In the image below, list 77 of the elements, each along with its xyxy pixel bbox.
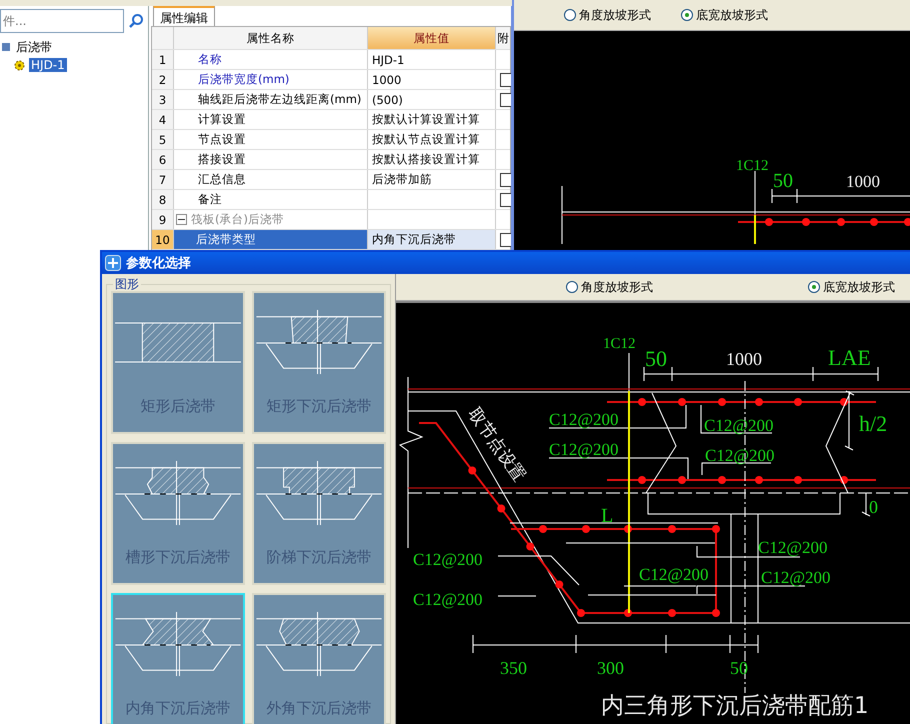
search-field[interactable]: 件...: [0, 9, 124, 33]
radio-option[interactable]: 底宽放坡形式: [808, 278, 895, 296]
row-number: 4: [152, 110, 174, 129]
radio-button[interactable]: [808, 281, 820, 293]
folder-icon: [2, 43, 10, 51]
property-value[interactable]: (500): [368, 90, 496, 109]
gear-icon: [14, 60, 25, 70]
property-name[interactable]: 汇总信息: [174, 170, 368, 189]
property-name[interactable]: 名称: [174, 50, 368, 69]
rebar-label: C12@200: [639, 565, 708, 584]
radio-button[interactable]: [681, 9, 693, 21]
note-label: 取节点设置: [464, 404, 530, 485]
dialog-title: 参数化选择: [126, 255, 191, 272]
group-label: 图形: [113, 277, 141, 291]
radio-option[interactable]: 角度放坡形式: [564, 6, 651, 24]
dimension-label: h/2: [859, 411, 888, 436]
property-name[interactable]: 计算设置: [174, 110, 368, 129]
radio-option[interactable]: 角度放坡形式: [566, 278, 653, 296]
cell-box[interactable]: [500, 232, 511, 246]
dimension-label: LAE: [828, 345, 871, 370]
dimension-label: 0: [869, 497, 878, 517]
property-name[interactable]: 备注: [174, 190, 368, 209]
search-icon[interactable]: [128, 13, 144, 29]
row-number: 1: [152, 50, 174, 69]
property-value[interactable]: 按默认搭接设置计算: [368, 150, 496, 169]
row-number: 10: [152, 230, 174, 249]
property-value[interactable]: 内角下沉后浇带: [368, 230, 496, 249]
collapse-icon[interactable]: [176, 214, 187, 225]
dimension-label: 50: [730, 658, 748, 678]
tree-item[interactable]: 后浇带: [14, 38, 54, 56]
dimension-label: 300: [597, 658, 624, 678]
row-number: 9: [152, 210, 174, 229]
tab[interactable]: 属性编辑: [153, 6, 215, 26]
row-number: 3: [152, 90, 174, 109]
property-name[interactable]: 轴线距后浇带左边线距离(mm): [174, 90, 368, 109]
rebar-label: C12@200: [758, 538, 828, 557]
cell-box[interactable]: [500, 172, 511, 186]
row-number: 8: [152, 190, 174, 209]
group-name: 筏板(承台)后浇带: [191, 212, 284, 227]
radio-option[interactable]: 底宽放坡形式: [681, 6, 768, 24]
rebar-label: C12@200: [761, 568, 830, 587]
cell-box[interactable]: [500, 72, 511, 86]
property-name[interactable]: 后浇带宽度(mm): [174, 70, 368, 89]
row-number: 7: [152, 170, 174, 189]
dimension-label: 50: [645, 346, 667, 371]
rebar-label: C12@200: [549, 410, 618, 429]
dimension-label: 1000: [726, 349, 762, 369]
rebar-label: 1C12: [603, 336, 636, 352]
column-header[interactable]: 属性值: [368, 27, 496, 49]
property-name[interactable]: 后浇带类型: [174, 230, 368, 249]
property-value[interactable]: 按默认计算设置计算: [368, 110, 496, 129]
row-number: 5: [152, 130, 174, 149]
cell-box[interactable]: [500, 92, 511, 106]
tree-item[interactable]: HJD-1: [29, 58, 67, 72]
property-value[interactable]: 1000: [368, 70, 496, 89]
radio-button[interactable]: [564, 9, 576, 21]
row-number: 2: [152, 70, 174, 89]
dimension-label: 50: [773, 170, 793, 192]
app-icon: [105, 255, 121, 271]
dimension-label: 1C12: [736, 158, 769, 174]
rebar-label: C12@200: [413, 550, 482, 569]
property-name[interactable]: 节点设置: [174, 130, 368, 149]
rebar-label: C12@200: [704, 416, 774, 435]
radio-button[interactable]: [566, 281, 578, 293]
rebar-label: C12@200: [413, 590, 482, 609]
drawing-caption: 内三角形下沉后浇带配筋1: [601, 693, 869, 719]
row-number: 6: [152, 150, 174, 169]
dimension-label: 1000: [846, 172, 880, 191]
dimension-label: 350: [500, 658, 527, 678]
rebar-label: C12@200: [549, 440, 618, 459]
property-value[interactable]: 按默认节点设置计算: [368, 130, 496, 149]
rebar-label: C12@200: [705, 446, 774, 465]
property-value[interactable]: HJD-1: [368, 50, 496, 69]
property-value[interactable]: 后浇带加筋: [368, 170, 496, 189]
dimension-label: L: [601, 505, 614, 527]
cell-box[interactable]: [500, 192, 511, 206]
property-name[interactable]: 搭接设置: [174, 150, 368, 169]
